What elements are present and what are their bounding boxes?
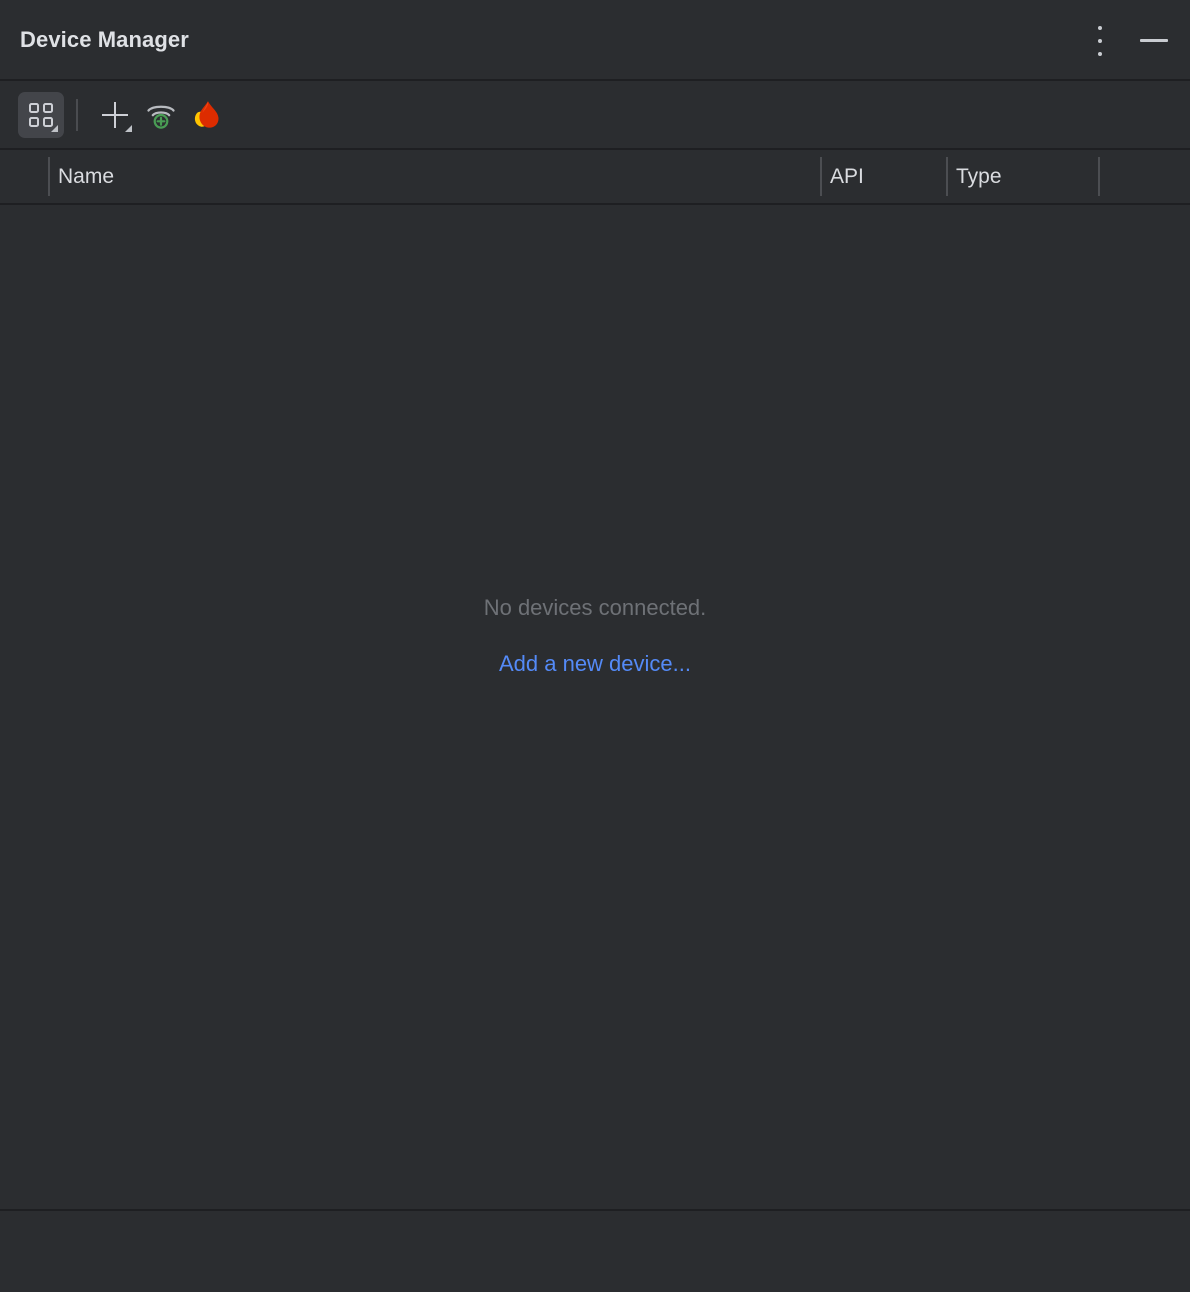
minimize-button[interactable] xyxy=(1136,23,1172,59)
column-header-actions[interactable] xyxy=(1098,150,1190,203)
grid-icon xyxy=(29,103,53,127)
pair-device-wifi-button[interactable] xyxy=(138,92,184,138)
titlebar: Device Manager xyxy=(0,0,1190,81)
device-manager-window: Device Manager xyxy=(0,0,1190,1292)
more-options-button[interactable] xyxy=(1082,23,1118,59)
empty-state-message: No devices connected. xyxy=(0,595,1190,621)
window-title: Device Manager xyxy=(20,27,189,53)
table-body: No devices connected. Add a new device..… xyxy=(0,205,1190,1209)
minimize-icon xyxy=(1140,39,1168,42)
device-view-button[interactable] xyxy=(18,92,64,138)
device-table: Name API Type No devices connected. Add … xyxy=(0,150,1190,1209)
empty-state: No devices connected. Add a new device..… xyxy=(0,595,1190,677)
table-header-row: Name API Type xyxy=(0,150,1190,205)
column-header-api[interactable]: API xyxy=(820,150,946,203)
add-device-button[interactable] xyxy=(92,92,138,138)
add-new-device-link[interactable]: Add a new device... xyxy=(499,651,691,677)
bottom-panel xyxy=(0,1209,1190,1292)
chevron-down-icon xyxy=(51,125,58,132)
toolbar xyxy=(0,81,1190,150)
column-header-name[interactable]: Name xyxy=(48,150,820,203)
chevron-down-icon xyxy=(125,125,132,132)
firebase-flame-icon xyxy=(194,100,220,130)
firebase-test-lab-button[interactable] xyxy=(184,92,230,138)
titlebar-actions xyxy=(1082,0,1172,81)
dots-vertical-icon xyxy=(1098,26,1102,56)
toolbar-divider xyxy=(76,99,78,131)
column-header-spacer xyxy=(0,150,48,203)
column-header-type[interactable]: Type xyxy=(946,150,1098,203)
wifi-pair-icon xyxy=(146,101,176,129)
